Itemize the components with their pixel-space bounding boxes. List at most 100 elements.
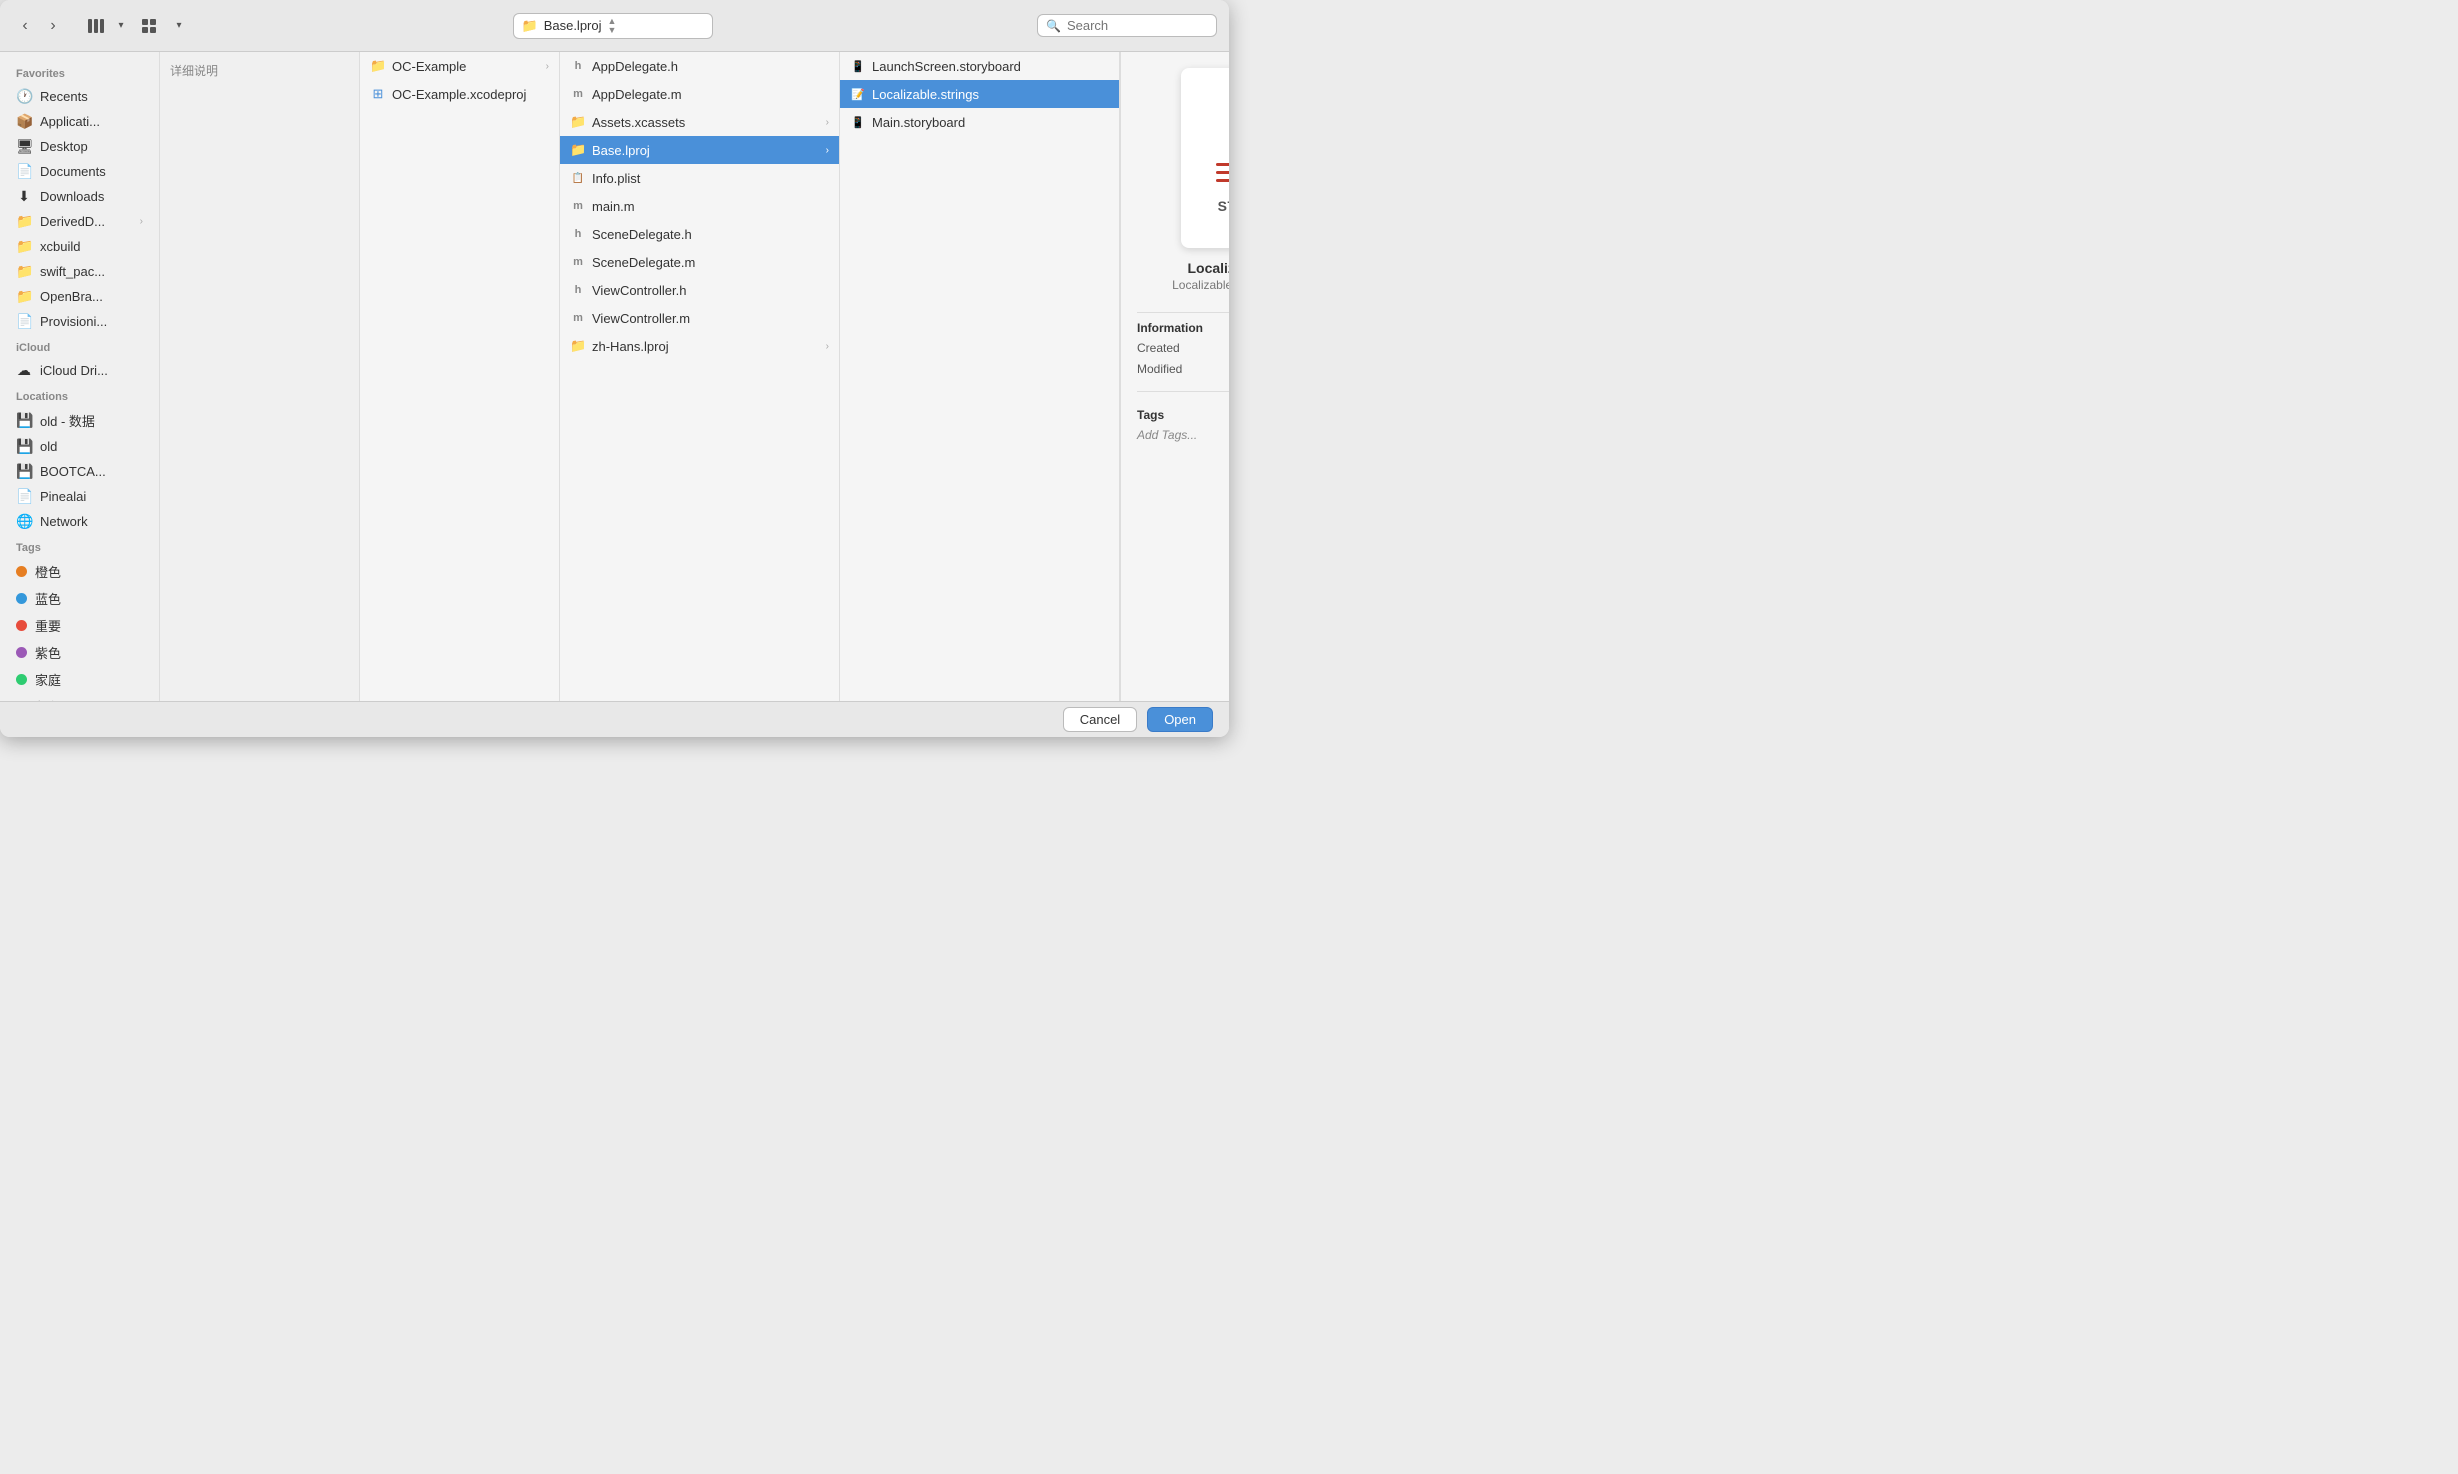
- tags-label: Tags: [0, 534, 159, 558]
- sidebar-item-tag-orange[interactable]: 橙色: [4, 558, 155, 585]
- sidebar-item-label: BOOTCA...: [40, 464, 106, 479]
- provision-icon: 📄: [16, 313, 32, 330]
- file-preview: " " STRINGS: [1181, 68, 1230, 248]
- favorites-label: Favorites: [0, 60, 159, 84]
- back-button[interactable]: ‹: [12, 13, 38, 39]
- sidebar-item-old[interactable]: 💾 old: [4, 434, 155, 459]
- sidebar-item-tag-blue[interactable]: 蓝色: [4, 585, 155, 612]
- column-view-button[interactable]: [82, 13, 110, 39]
- tag-label: 重要: [35, 616, 61, 635]
- item-label: Base.lproj: [592, 143, 820, 158]
- applications-icon: 📦: [16, 113, 32, 130]
- sidebar-item-applications[interactable]: 📦 Applicati...: [4, 109, 155, 134]
- sidebar-item-old-data[interactable]: 💾 old - 数据: [4, 407, 155, 434]
- sidebar-item-openbra[interactable]: 📁 OpenBra...: [4, 284, 155, 309]
- search-icon: 🔍: [1046, 19, 1061, 33]
- detail-row-modified: Modified 今天 下午8:18: [1137, 362, 1229, 379]
- file-browser: 详细说明 📁 OC-Example › ⊞ OC-Example.xcodepr…: [160, 52, 1229, 701]
- search-input[interactable]: [1067, 18, 1208, 33]
- list-item[interactable]: 📁 Base.lproj ›: [560, 136, 839, 164]
- list-item[interactable]: 📁 OC-Example ›: [360, 52, 559, 80]
- list-item[interactable]: 📱 Main.storyboard: [840, 108, 1119, 136]
- sidebar-item-label: Downloads: [40, 189, 104, 204]
- sidebar-item-recents[interactable]: 🕐 Recents: [4, 84, 155, 109]
- sidebar-item-desktop[interactable]: 🖥 Desktop: [4, 134, 155, 159]
- sidebar-item-downloads[interactable]: ⬇ Downloads: [4, 184, 155, 209]
- sidebar-item-tag-purple[interactable]: 紫色: [4, 639, 155, 666]
- sidebar-item-label: Documents: [40, 164, 106, 179]
- list-item[interactable]: 📁 zh-Hans.lproj ›: [560, 332, 839, 360]
- item-label: ViewController.m: [592, 311, 829, 326]
- tag-dot-blue: [16, 593, 27, 604]
- item-label: Main.storyboard: [872, 115, 1109, 130]
- item-label: OC-Example: [392, 59, 540, 74]
- sidebar-item-label: Pinealai: [40, 489, 86, 504]
- grid-dropdown-button[interactable]: ▾: [170, 13, 188, 39]
- tag-dot-home: [16, 674, 27, 685]
- view-dropdown-button[interactable]: ▾: [112, 13, 130, 39]
- list-item[interactable]: 📱 LaunchScreen.storyboard: [840, 52, 1119, 80]
- folder-icon: 📁: [570, 142, 586, 158]
- modified-label: Modified: [1137, 362, 1182, 379]
- storyboard-icon: 📱: [850, 116, 866, 129]
- file-preview-content: " " STRINGS: [1181, 68, 1230, 232]
- forward-button[interactable]: ›: [40, 13, 66, 39]
- list-item[interactable]: m main.m: [560, 192, 839, 220]
- list-item[interactable]: m ViewController.m: [560, 304, 839, 332]
- column-2: h AppDelegate.h m AppDelegate.m 📁 Assets…: [560, 52, 840, 701]
- sidebar-item-network[interactable]: 🌐 Network: [4, 509, 155, 534]
- folder-icon: 📁: [370, 58, 386, 74]
- sidebar-item-label: Network: [40, 514, 88, 529]
- sidebar-item-label: Desktop: [40, 139, 88, 154]
- downloads-icon: ⬇: [16, 188, 32, 205]
- m-file-icon: m: [570, 200, 586, 212]
- list-item[interactable]: ⊞ OC-Example.xcodeproj: [360, 80, 559, 108]
- list-item[interactable]: m SceneDelegate.m: [560, 248, 839, 276]
- nav-buttons: ‹ ›: [12, 13, 66, 39]
- sidebar-item-label: old - 数据: [40, 411, 95, 430]
- h-file-icon: h: [570, 228, 586, 240]
- detail-row-created: Created 今天 下午8:18: [1137, 341, 1229, 358]
- sidebar-item-documents[interactable]: 📄 Documents: [4, 159, 155, 184]
- location-stepper[interactable]: ▲ ▼: [608, 17, 617, 35]
- cancel-button[interactable]: Cancel: [1063, 707, 1137, 732]
- list-item[interactable]: 📁 Assets.xcassets ›: [560, 108, 839, 136]
- list-item[interactable]: m AppDelegate.m: [560, 80, 839, 108]
- sidebar-item-xcbuild[interactable]: 📁 xcbuild: [4, 234, 155, 259]
- search-bar[interactable]: 🔍: [1037, 14, 1217, 37]
- disk-icon: 💾: [16, 463, 32, 480]
- view-controls: ▾ ▾: [82, 13, 188, 39]
- list-item[interactable]: 📝 Localizable.strings: [840, 80, 1119, 108]
- plist-icon: 📋: [570, 173, 586, 184]
- sidebar-item-label: DerivedD...: [40, 214, 105, 229]
- tag-label: 家庭: [35, 670, 61, 689]
- sidebar-item-tag-important[interactable]: 重要: [4, 612, 155, 639]
- sidebar-item-pinealai[interactable]: 📄 Pinealai: [4, 484, 155, 509]
- sidebar-item-icloud-drive[interactable]: ☁ iCloud Dri...: [4, 358, 155, 383]
- sidebar-item-bootca[interactable]: 💾 BOOTCA...: [4, 459, 155, 484]
- tag-dot-important: [16, 620, 27, 631]
- openbra-icon: 📁: [16, 288, 32, 305]
- network-icon: 🌐: [16, 513, 32, 530]
- bottom-bar: Cancel Open: [0, 701, 1229, 737]
- item-label: AppDelegate.h: [592, 59, 829, 74]
- list-item[interactable]: 📋 Info.plist: [560, 164, 839, 192]
- list-item[interactable]: h ViewController.h: [560, 276, 839, 304]
- main-content: Favorites 🕐 Recents 📦 Applicati... 🖥 Des…: [0, 52, 1229, 701]
- list-item[interactable]: h AppDelegate.h: [560, 52, 839, 80]
- location-bar[interactable]: 📁 Base.lproj ▲ ▼: [513, 13, 713, 39]
- folder-icon: 📁: [570, 338, 586, 354]
- sidebar-item-swift-pac[interactable]: 📁 swift_pac...: [4, 259, 155, 284]
- sidebar-item-provision[interactable]: 📄 Provisioni...: [4, 309, 155, 334]
- sidebar-item-derivedd[interactable]: 📁 DerivedD... ›: [4, 209, 155, 234]
- sidebar-item-tag-home[interactable]: 家庭: [4, 666, 155, 693]
- open-button[interactable]: Open: [1147, 707, 1213, 732]
- grid-view-button[interactable]: [132, 13, 168, 39]
- item-label: SceneDelegate.h: [592, 227, 829, 242]
- list-item[interactable]: h SceneDelegate.h: [560, 220, 839, 248]
- divider: [1137, 391, 1229, 392]
- add-tags[interactable]: Add Tags...: [1137, 428, 1229, 442]
- file-type-label: STRINGS: [1218, 198, 1229, 214]
- sidebar-item-tag-gray[interactable]: 灰色: [4, 693, 155, 701]
- chevron-right-icon: ›: [826, 341, 829, 352]
